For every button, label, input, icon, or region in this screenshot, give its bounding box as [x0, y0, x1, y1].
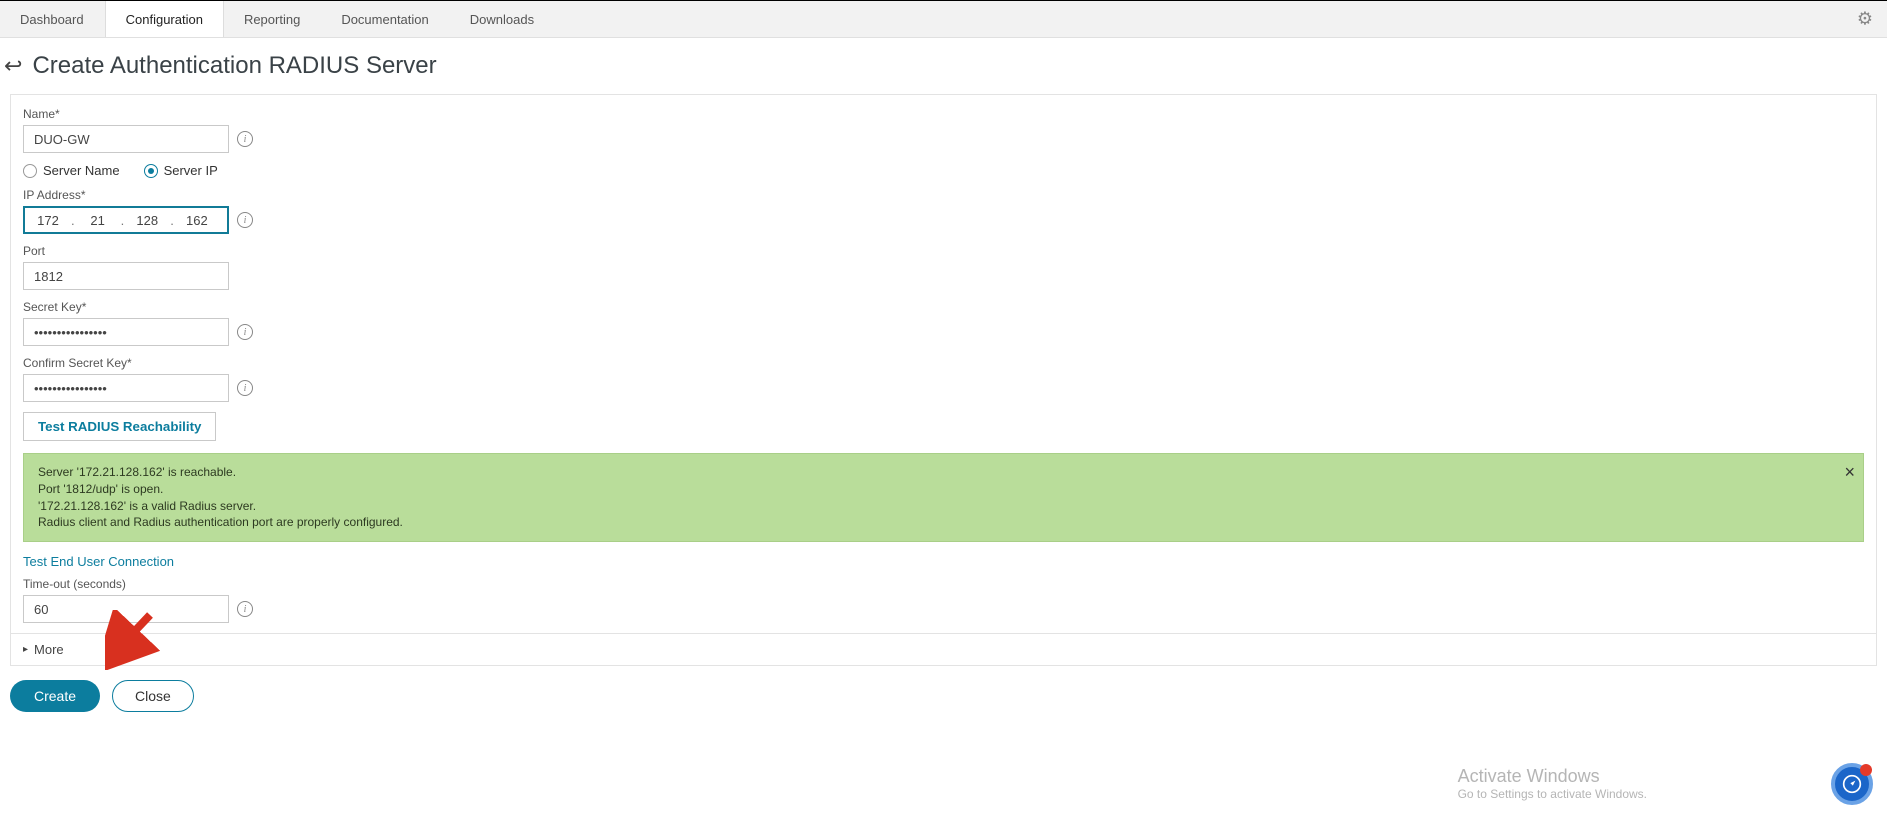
create-button[interactable]: Create	[10, 680, 100, 712]
more-toggle[interactable]: ▸ More	[11, 633, 1876, 665]
ip-label: IP Address*	[23, 188, 1864, 202]
alert-line: '172.21.128.162' is a valid Radius serve…	[38, 498, 1849, 515]
info-icon[interactable]: i	[237, 131, 253, 147]
ip-input[interactable]: . . .	[23, 206, 229, 234]
radio-server-name[interactable]: Server Name	[23, 163, 120, 178]
alert-line: Server '172.21.128.162' is reachable.	[38, 464, 1849, 481]
ip-octet-1[interactable]	[31, 208, 65, 232]
timeout-label: Time-out (seconds)	[23, 577, 1864, 591]
tab-downloads[interactable]: Downloads	[450, 1, 555, 37]
navigate-icon	[1842, 774, 1862, 794]
radio-server-ip-label: Server IP	[164, 163, 218, 178]
confirm-secret-label: Confirm Secret Key*	[23, 356, 1864, 370]
ip-octet-4[interactable]	[180, 208, 214, 232]
chevron-right-icon: ▸	[23, 644, 28, 655]
tab-dashboard[interactable]: Dashboard	[0, 1, 105, 37]
ip-octet-3[interactable]	[130, 208, 164, 232]
tab-reporting[interactable]: Reporting	[224, 1, 321, 37]
info-icon[interactable]: i	[237, 601, 253, 617]
confirm-secret-input[interactable]	[23, 374, 229, 402]
page-title: Create Authentication RADIUS Server	[32, 52, 436, 80]
page-titlebar: ↩ Create Authentication RADIUS Server	[0, 38, 1887, 94]
gear-icon[interactable]: ⚙	[1857, 9, 1873, 30]
more-label: More	[34, 642, 64, 657]
assist-fab[interactable]	[1831, 763, 1873, 805]
back-icon[interactable]: ↩	[4, 55, 22, 77]
radio-server-ip[interactable]: Server IP	[144, 163, 218, 178]
port-label: Port	[23, 244, 1864, 258]
tab-configuration[interactable]: Configuration	[105, 1, 224, 37]
alert-line: Radius client and Radius authentication …	[38, 514, 1849, 531]
alert-line: Port '1812/udp' is open.	[38, 481, 1849, 498]
name-input[interactable]	[23, 125, 229, 153]
info-icon[interactable]: i	[237, 380, 253, 396]
info-icon[interactable]: i	[237, 324, 253, 340]
success-alert: × Server '172.21.128.162' is reachable. …	[23, 453, 1864, 542]
secret-label: Secret Key*	[23, 300, 1864, 314]
name-label: Name*	[23, 107, 1864, 121]
test-radius-button[interactable]: Test RADIUS Reachability	[23, 412, 216, 441]
port-input[interactable]	[23, 262, 229, 290]
tab-documentation[interactable]: Documentation	[321, 1, 449, 37]
timeout-input[interactable]	[23, 595, 229, 623]
windows-watermark: Activate Windows Go to Settings to activ…	[1458, 766, 1647, 801]
close-icon[interactable]: ×	[1844, 460, 1855, 485]
info-icon[interactable]: i	[237, 212, 253, 228]
footer-actions: Create Close	[10, 680, 1877, 712]
secret-input[interactable]	[23, 318, 229, 346]
test-enduser-link[interactable]: Test End User Connection	[23, 554, 174, 569]
form-panel: Name* i Server Name Server IP IP Address…	[10, 94, 1877, 666]
ip-octet-2[interactable]	[81, 208, 115, 232]
top-tabbar: Dashboard Configuration Reporting Docume…	[0, 0, 1887, 38]
radio-server-name-label: Server Name	[43, 163, 120, 178]
close-button[interactable]: Close	[112, 680, 194, 712]
